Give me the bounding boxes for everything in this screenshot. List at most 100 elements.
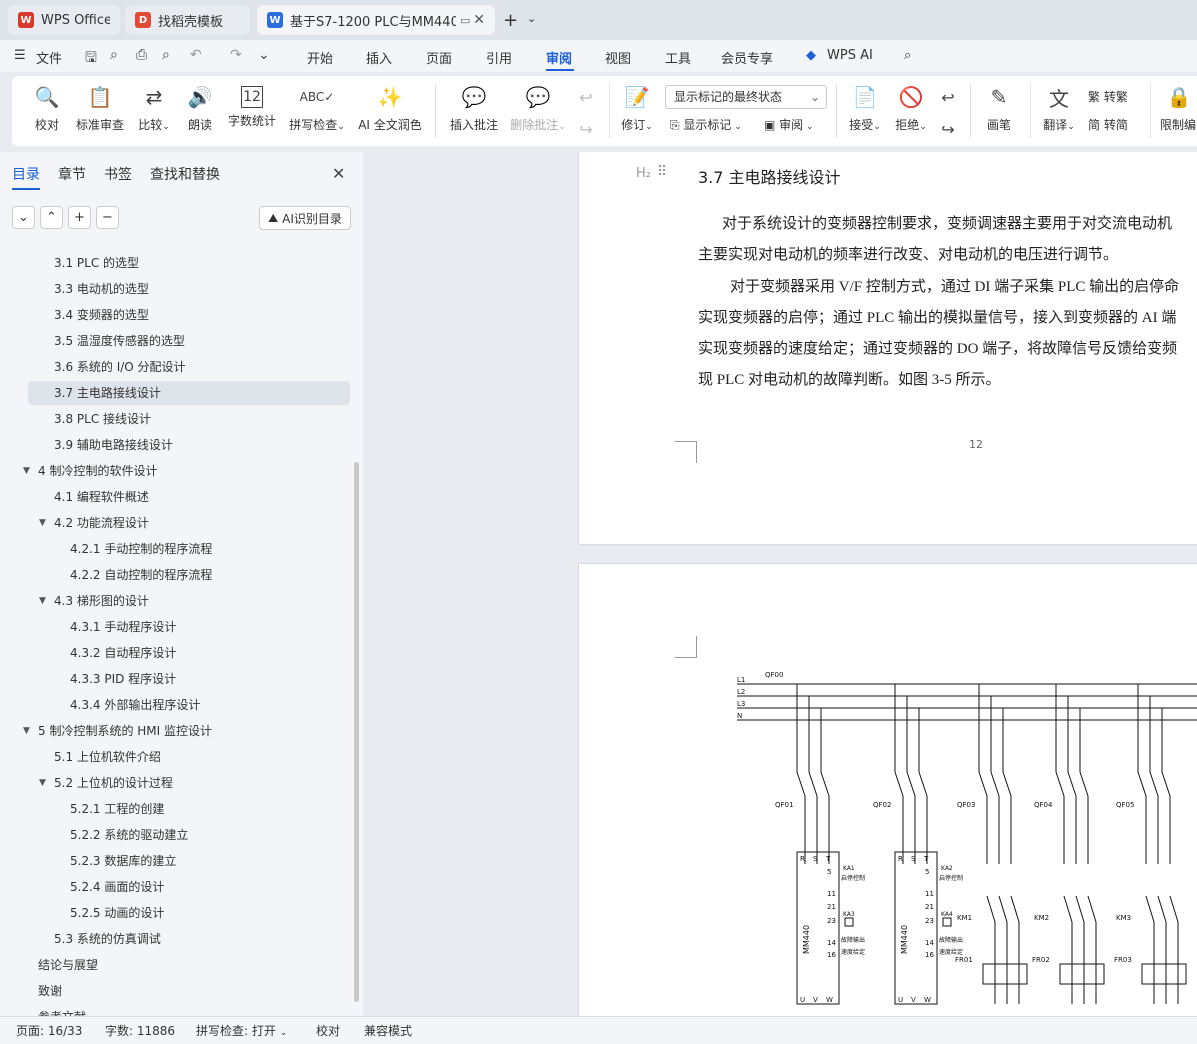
menu-file[interactable]: 文件 [36,48,62,67]
toc-item[interactable]: 3.7 主电路接线设计 [28,381,350,405]
toc-item[interactable]: ▼ 4 制冷控制的软件设计 [23,459,350,483]
prev-comment-button[interactable]: ↩ [576,82,596,112]
expand-arrow-icon[interactable]: ▼ [39,771,46,795]
track-changes-button[interactable]: 📝 修订⌄ [618,82,656,133]
tab-chapters[interactable]: 章节 [58,164,86,184]
print-icon[interactable]: ⎙ [136,47,147,63]
scrollbar[interactable] [354,462,359,1002]
menu-view[interactable]: 视图 [605,48,631,67]
toc-item[interactable]: 4.3.2 自动程序设计 [28,641,350,665]
close-icon[interactable]: ✕ [473,12,485,28]
toc-item[interactable]: 3.6 系统的 I/O 分配设计 [28,355,350,379]
toc-item[interactable]: 3.9 辅助电路接线设计 [28,433,350,457]
expand-button[interactable]: ⌃ [40,206,63,229]
chevron-down-icon[interactable]: ⌄ [258,47,270,63]
page-indicator[interactable]: 页面: 16/33 [16,1022,82,1039]
to-simplified-button[interactable]: 简 转简 [1088,116,1128,133]
prev-change-button[interactable]: ↩ [938,82,958,112]
expand-arrow-icon[interactable]: ▼ [39,589,46,613]
review-pane-button[interactable]: ▣ 审阅 ⌄ [764,116,814,133]
menu-insert[interactable]: 插入 [366,48,392,67]
toc-item[interactable]: ▼ 4.2 功能流程设计 [28,511,350,535]
tab-wps-office[interactable]: W WPS Office [8,5,120,35]
toc-item[interactable]: 4.3.4 外部输出程序设计 [28,693,350,717]
toc-item[interactable]: ▼ 5.2 上位机的设计过程 [28,771,350,795]
proofread-button[interactable]: 🔍 校对 [32,82,62,133]
ai-toc-button[interactable]: ⛰ AI识别目录 [259,206,351,230]
restrict-edit-button[interactable]: 🔒 限制编 [1160,82,1197,133]
expand-arrow-icon[interactable]: ▼ [23,719,30,743]
toc-item[interactable]: 3.3 电动机的选型 [28,277,350,301]
standard-review-button[interactable]: 📋 标准审查 [74,82,126,133]
read-aloud-button[interactable]: 🔊 朗读 [186,82,214,133]
toc-item[interactable]: 4.2.1 手动控制的程序流程 [28,537,350,561]
accept-button[interactable]: 📄 接受⌄ [846,82,884,133]
toc-item[interactable]: 3.1 PLC 的选型 [28,251,350,275]
toc-item[interactable]: 结论与展望 [28,953,350,977]
menu-references[interactable]: 引用 [486,48,512,67]
collapse-button[interactable]: ⌄ [12,206,35,229]
reject-button[interactable]: 🚫 拒绝⌄ [892,82,930,133]
to-traditional-button[interactable]: 繁 转繁 [1088,88,1128,105]
toc-item[interactable]: 3.8 PLC 接线设计 [28,407,350,431]
brush-icon[interactable]: ⌕ [110,47,118,63]
toc-item[interactable]: 3.4 变频器的选型 [28,303,350,327]
print-preview-icon[interactable]: ⌕ [162,47,170,63]
tab-find-replace[interactable]: 查找和替换 [150,164,220,184]
menu-home[interactable]: 开始 [307,48,333,67]
tab-toc[interactable]: 目录 [12,164,40,184]
pen-button[interactable]: ✎ 画笔 [984,82,1014,133]
toc-item[interactable]: 4.3.3 PID 程序设计 [28,667,350,691]
remove-heading-button[interactable]: − [96,206,119,229]
translate-button[interactable]: 文翻译⌄ [1040,82,1078,133]
next-change-button[interactable]: ↪ [938,114,958,144]
compare-button[interactable]: ⇄ 比较⌄ [135,82,173,133]
search-icon[interactable]: ⌕ [904,48,911,63]
show-markup-button[interactable]: ⎘ 显示标记 ⌄ [670,116,742,133]
toc-item[interactable]: 4.3.1 手动程序设计 [28,615,350,639]
markup-state-select[interactable]: 显示标记的最终状态 ⌄ [665,85,827,109]
menu-page[interactable]: 页面 [426,48,452,67]
menu-tools[interactable]: 工具 [665,48,691,67]
toc-item[interactable]: 5.2.5 动画的设计 [28,901,350,925]
expand-arrow-icon[interactable]: ▼ [39,511,46,535]
toc-item[interactable]: 4.2.2 自动控制的程序流程 [28,563,350,587]
tab-bookmarks[interactable]: 书签 [104,164,132,184]
tab-document[interactable]: W 基于S7-1200 PLC与MM440 ▭ ✕ [257,5,495,35]
toc-item[interactable]: 致谢 [28,979,350,1003]
chevron-down-icon[interactable]: ⌄ [527,12,536,25]
menu-wps-ai[interactable]: WPS AI [827,48,873,63]
delete-comment-button[interactable]: 💬 删除批注⌄ [508,82,568,133]
spell-check-status[interactable]: 拼写检查: 打开 ⌄ [196,1022,287,1039]
hamburger-icon[interactable]: ☰ [14,48,26,63]
undo-icon[interactable]: ↶ [190,47,202,63]
tab-docer[interactable]: D 找稻壳模板 [125,5,250,35]
toc-item[interactable]: 3.5 温湿度传感器的选型 [28,329,350,353]
toc-item[interactable]: 5.2.3 数据库的建立 [28,849,350,873]
toc-item[interactable]: 5.2.2 系统的驱动建立 [28,823,350,847]
toc-item[interactable]: 4.1 编程软件概述 [28,485,350,509]
new-tab-icon[interactable]: + [503,10,518,31]
menu-membership[interactable]: 会员专享 [721,48,773,67]
next-comment-button[interactable]: ↪ [576,114,596,144]
proof-status[interactable]: 校对 [316,1022,340,1039]
menu-review[interactable]: 审阅 [546,48,572,67]
toc-item[interactable]: ▼ 5 制冷控制系统的 HMI 监控设计 [23,719,350,743]
screen-icon[interactable]: ▭ [460,14,470,27]
toc-item[interactable]: 5.2.1 工程的创建 [28,797,350,821]
word-count[interactable]: 字数: 11886 [105,1022,175,1039]
drag-handle-icon[interactable]: ⠿ [657,164,667,180]
add-heading-button[interactable]: + [68,206,91,229]
toc-item[interactable]: 5.2.4 画面的设计 [28,875,350,899]
ai-polish-button[interactable]: ✨ AI 全文润色 [356,82,424,133]
close-icon[interactable]: ✕ [332,164,345,183]
spell-check-button[interactable]: ABC✓ 拼写检查⌄ [286,82,348,133]
toc-item[interactable]: ▼ 4.3 梯形图的设计 [28,589,350,613]
insert-comment-button[interactable]: 💬 插入批注 [448,82,500,133]
toc-item[interactable]: 5.1 上位机软件介绍 [28,745,350,769]
word-count-button[interactable]: 12 字数统计 [226,82,278,129]
expand-arrow-icon[interactable]: ▼ [23,459,30,483]
save-icon[interactable]: 🖫 [85,47,97,71]
toc-item[interactable]: 5.3 系统的仿真调试 [28,927,350,951]
redo-icon[interactable]: ↷ [230,47,242,63]
